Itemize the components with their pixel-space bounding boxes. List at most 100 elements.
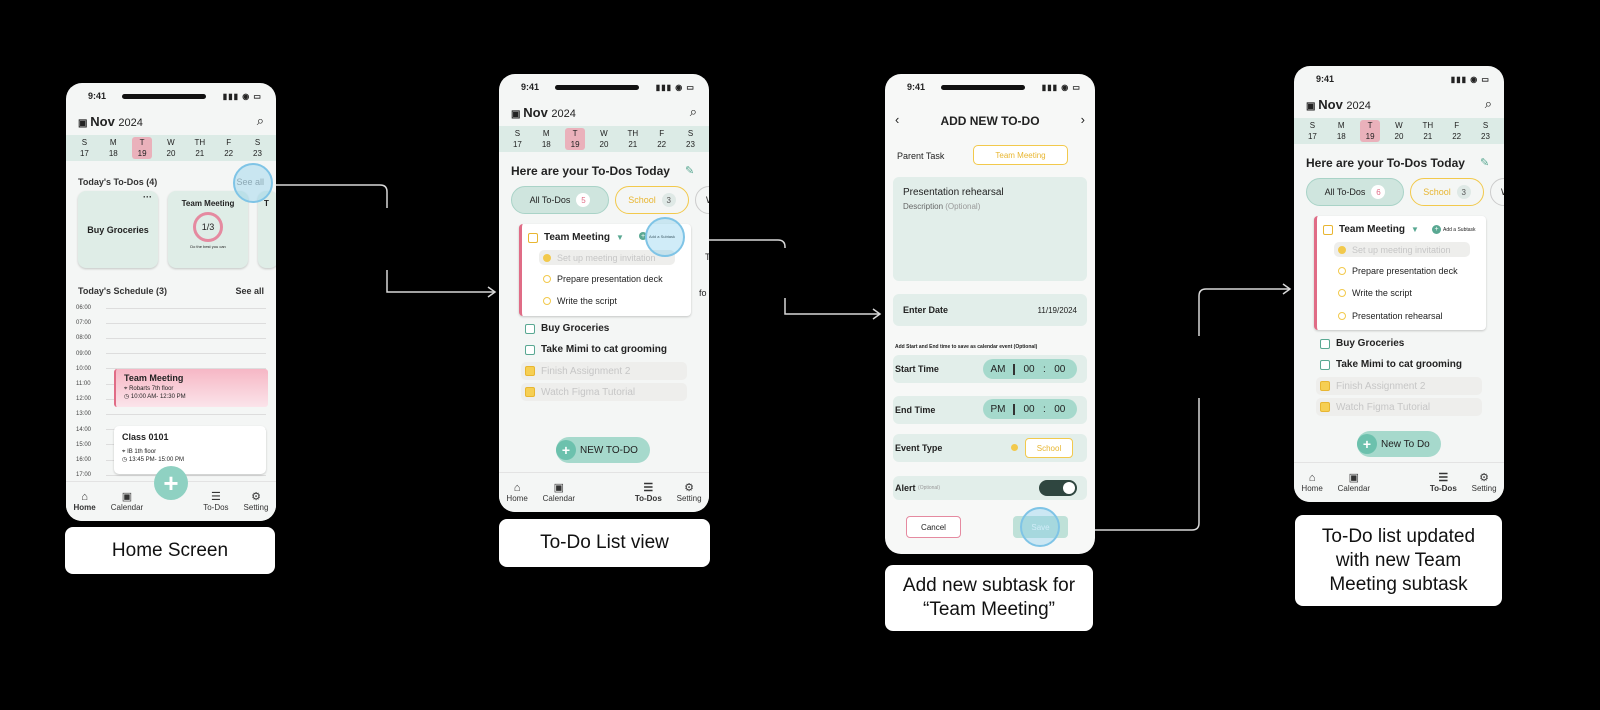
day-mon[interactable]: M 18 <box>1331 120 1351 142</box>
subtask[interactable]: Prepare presentation deck <box>1338 266 1458 276</box>
event-team-meeting[interactable]: Team Meeting ⌖ Robarts 7th floor ◷ 10:00… <box>114 369 268 407</box>
checkbox[interactable] <box>1320 359 1330 370</box>
task-done[interactable]: Watch Figma Tutorial <box>1316 398 1482 416</box>
day-fri[interactable]: F 22 <box>1447 120 1467 142</box>
checkbox[interactable] <box>525 323 535 334</box>
day-sat[interactable]: S 23 <box>680 128 700 150</box>
new-todo-button[interactable]: + NEW TO-DO <box>556 437 650 463</box>
subtask[interactable]: Write the script <box>1338 288 1412 298</box>
task-name-area[interactable]: Presentation rehearsal Description (Opti… <box>893 177 1087 281</box>
day-sat[interactable]: S 23 <box>1475 120 1495 142</box>
nav-calendar[interactable]: ▣ Calendar <box>111 491 143 512</box>
chevron-down-icon[interactable]: ▼ <box>616 233 624 242</box>
month-title[interactable]: ▣ Nov 2024 <box>511 105 576 120</box>
checkbox[interactable] <box>1323 224 1333 235</box>
subtask-new[interactable]: Presentation rehearsal <box>1338 311 1443 321</box>
nav-calendar[interactable]: ▣ Calendar <box>1338 472 1370 493</box>
event-type-select[interactable]: School <box>1025 438 1073 458</box>
day-sun[interactable]: S 17 <box>74 137 94 159</box>
day-mon[interactable]: M 18 <box>536 128 556 150</box>
task-done[interactable]: Finish Assignment 2 <box>1316 377 1482 395</box>
nav-calendar[interactable]: ▣ Calendar <box>543 482 575 503</box>
end-time-picker[interactable]: PM 00:00 <box>983 399 1077 419</box>
task-cat-grooming[interactable]: Take Mimi to cat grooming <box>525 344 667 355</box>
nav-setting[interactable]: ⚙ Setting <box>1472 472 1497 493</box>
new-todo-button[interactable]: + New To Do <box>1357 431 1441 457</box>
day-fri[interactable]: F 22 <box>219 137 239 159</box>
todo-card-team-meeting[interactable]: Team Meeting 1/3 Do the best you can <box>168 191 248 268</box>
search-icon[interactable]: ⌕ <box>1485 96 1492 112</box>
day-thu[interactable]: TH 21 <box>1418 120 1438 142</box>
more-icon[interactable]: ··· <box>143 192 152 202</box>
task-cat-grooming[interactable]: Take Mimi to cat grooming <box>1320 359 1462 370</box>
chip-school[interactable]: School 3 <box>615 186 689 214</box>
edit-icon[interactable]: ✎ <box>1480 156 1489 169</box>
day-wed[interactable]: W 20 <box>1389 120 1409 142</box>
day-fri[interactable]: F 22 <box>652 128 672 150</box>
todo-card-groceries[interactable]: Buy Groceries ··· <box>78 191 158 268</box>
task-groceries[interactable]: Buy Groceries <box>525 323 609 334</box>
alert-toggle[interactable] <box>1039 480 1077 496</box>
day-tue-selected[interactable]: T 19 <box>132 137 153 159</box>
event-class[interactable]: Class 0101 ⌖ IB 1th floor ◷ 13:45 PM- 15… <box>114 426 266 474</box>
parent-task-select[interactable]: Team Meeting <box>973 145 1068 165</box>
search-icon[interactable]: ⌕ <box>257 113 264 129</box>
start-time-picker[interactable]: AM 00:00 <box>983 359 1077 379</box>
nav-todos[interactable]: ☰ To-Dos <box>635 482 662 503</box>
todo-card-peek[interactable]: T <box>258 191 276 268</box>
add-subtask-button[interactable]: + Add a Subtask <box>1432 225 1476 234</box>
task-done[interactable]: Watch Figma Tutorial <box>521 383 687 401</box>
task-groceries[interactable]: Buy Groceries <box>1320 338 1404 349</box>
subtask[interactable]: Write the script <box>543 296 617 306</box>
date-row[interactable]: Enter Date 11/19/2024 <box>893 294 1087 326</box>
subtask-done[interactable]: Set up meeting invitation <box>1334 242 1470 257</box>
checkbox-checked[interactable] <box>1320 381 1330 391</box>
cancel-button[interactable]: Cancel <box>906 516 961 538</box>
day-thu[interactable]: TH 21 <box>623 128 643 150</box>
task-team-meeting[interactable]: Team Meeting ▼ <box>528 232 624 243</box>
day-tue-selected[interactable]: T 19 <box>1360 120 1381 142</box>
chevron-down-icon[interactable]: ▼ <box>1411 225 1419 234</box>
chip-peek[interactable]: W <box>1490 178 1504 206</box>
nav-home[interactable]: ⌂ Home <box>74 491 96 512</box>
nav-setting[interactable]: ⚙ Setting <box>677 482 702 503</box>
plus-icon: + <box>1357 434 1377 454</box>
see-all-schedule-link[interactable]: See all <box>235 286 264 296</box>
checkbox[interactable] <box>525 344 535 355</box>
card-motto: Do the best you can <box>190 244 226 249</box>
task-done[interactable]: Finish Assignment 2 <box>521 362 687 380</box>
chevron-right-icon[interactable]: › <box>1081 112 1085 127</box>
subtask[interactable]: Prepare presentation deck <box>543 274 663 284</box>
edit-icon[interactable]: ✎ <box>685 164 694 177</box>
description-input[interactable]: Description (Optional) <box>903 202 980 211</box>
day-mon[interactable]: M 18 <box>103 137 123 159</box>
day-sat[interactable]: S 23 <box>247 137 267 159</box>
checkbox[interactable] <box>1320 338 1330 349</box>
nav-todos[interactable]: ☰ To-Dos <box>1430 472 1457 493</box>
checkbox-checked[interactable] <box>1320 402 1330 412</box>
nav-home[interactable]: ⌂ Home <box>1301 472 1322 493</box>
nav-todos[interactable]: ☰ To-Dos <box>203 491 228 512</box>
day-thu[interactable]: TH 21 <box>190 137 210 159</box>
chip-school[interactable]: School 3 <box>1410 178 1484 206</box>
day-tue-selected[interactable]: T 19 <box>565 128 586 150</box>
chip-peek[interactable]: W <box>695 186 709 214</box>
date-value[interactable]: 11/19/2024 <box>1038 306 1077 315</box>
month-title[interactable]: ▣ Nov 2024 <box>78 114 143 129</box>
checkbox-checked[interactable] <box>525 366 535 376</box>
day-wed[interactable]: W 20 <box>161 137 181 159</box>
search-icon[interactable]: ⌕ <box>690 104 697 120</box>
checkbox-checked[interactable] <box>525 387 535 397</box>
nav-setting[interactable]: ⚙ Setting <box>244 491 269 512</box>
checkbox[interactable] <box>528 232 538 243</box>
task-team-meeting[interactable]: Team Meeting ▼ <box>1323 224 1419 235</box>
day-sun[interactable]: S 17 <box>507 128 527 150</box>
month-title[interactable]: ▣ Nov 2024 <box>1306 97 1371 112</box>
task-name-input[interactable]: Presentation rehearsal <box>903 187 1004 198</box>
day-wed[interactable]: W 20 <box>594 128 614 150</box>
day-sun[interactable]: S 17 <box>1302 120 1322 142</box>
add-button[interactable]: + <box>154 466 188 500</box>
chip-all-todos[interactable]: All To-Dos 5 <box>511 186 609 214</box>
chip-all-todos[interactable]: All To-Dos 6 <box>1306 178 1404 206</box>
nav-home[interactable]: ⌂ Home <box>506 482 527 503</box>
